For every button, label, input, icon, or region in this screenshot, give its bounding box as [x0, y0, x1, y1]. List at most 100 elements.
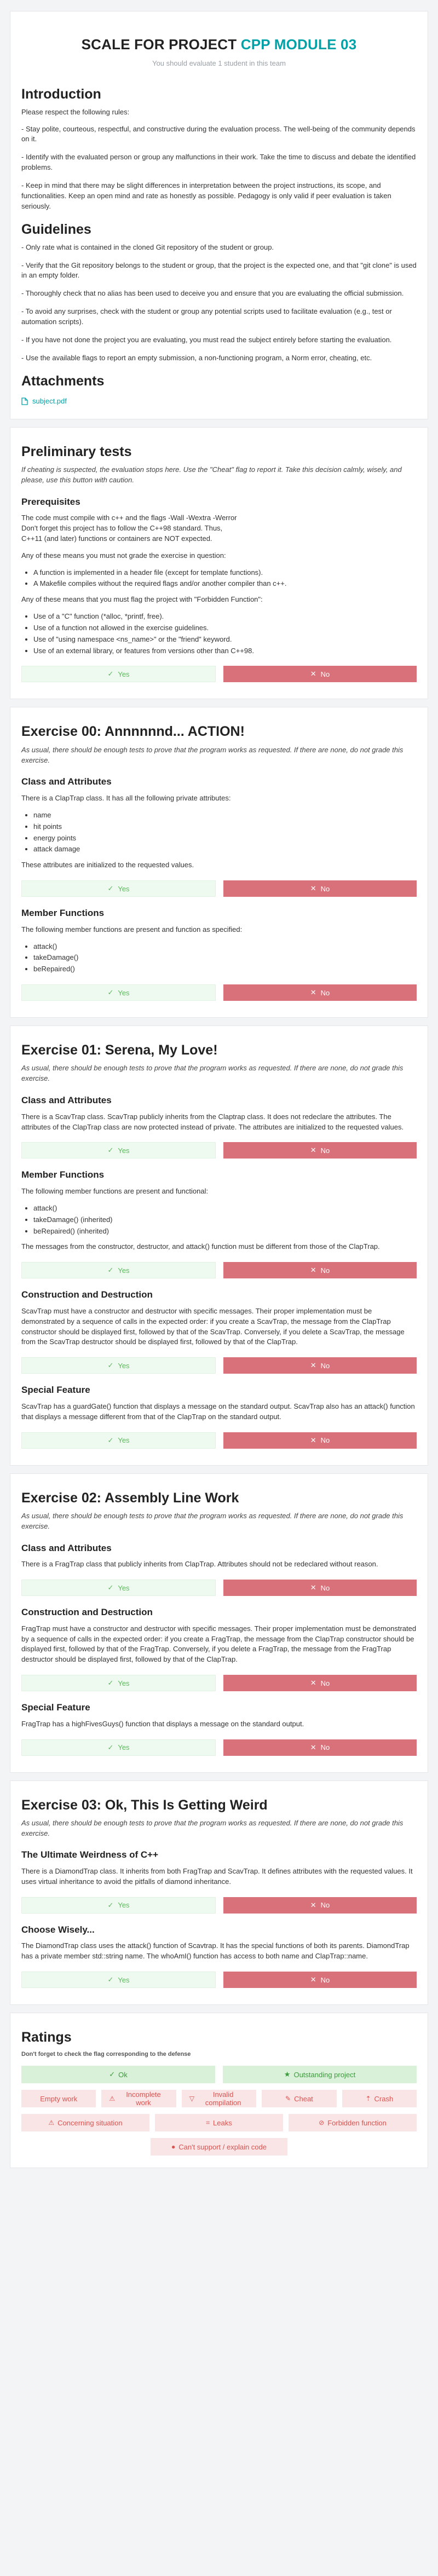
yes-button[interactable]: ✓ Yes [21, 1142, 216, 1159]
concerning-situation-flag[interactable]: ⚠ Concerning situation [21, 2114, 149, 2132]
intro-card: SCALE FOR PROJECT CPP MODULE 03 You shou… [10, 11, 428, 419]
close-icon: ✕ [310, 1266, 316, 1275]
close-icon: ✕ [310, 1743, 316, 1751]
ratings-title: Ratings [21, 2030, 72, 2045]
yes-button[interactable]: ✓ Yes [21, 1357, 216, 1374]
list-item: attack() [33, 1203, 417, 1214]
check-icon: ✓ [107, 1583, 114, 1592]
page-header: SCALE FOR PROJECT CPP MODULE 03 You shou… [21, 20, 417, 79]
cheat-icon: ✎ [285, 2095, 291, 2103]
ex02-title: Exercise 02: Assembly Line Work [21, 1490, 239, 1506]
yes-button[interactable]: ✓ Yes [21, 1972, 216, 1989]
outstanding-flag-button[interactable]: ★ Outstanding project [223, 2066, 417, 2084]
prelim-title: Preliminary tests [21, 443, 132, 459]
no-button[interactable]: ✕ No [223, 1675, 417, 1692]
yes-button[interactable]: ✓ Yes [21, 880, 216, 897]
cheat-flag[interactable]: ✎ Cheat [262, 2090, 337, 2108]
yes-button[interactable]: ✓ Yes [21, 1675, 216, 1692]
check-icon: ✓ [107, 1146, 114, 1155]
ex02-s3-yes-no: ✓ Yes ✕ No [21, 1739, 417, 1756]
list-item: Use of an external library, or features … [33, 646, 417, 656]
ex01-s2-list: attack() takeDamage() (inherited) beRepa… [33, 1203, 417, 1237]
list-item: Use of "using namespace <ns_name>" or th… [33, 635, 417, 645]
ex00-title: Exercise 00: Annnnnnd... ACTION! [21, 724, 245, 740]
close-icon: ✕ [310, 1146, 316, 1155]
check-icon: ✓ [107, 1436, 114, 1444]
list-item: name [33, 810, 417, 821]
yes-button[interactable]: ✓ Yes [21, 1432, 216, 1449]
prelim-card: Preliminary tests If cheating is suspect… [10, 427, 428, 700]
ex01-s1-title: Class and Attributes [21, 1095, 112, 1106]
no-button[interactable]: ✕ No [223, 1262, 417, 1279]
no-button[interactable]: ✕ No [223, 666, 417, 683]
crash-icon: ⇡ [365, 2095, 371, 2103]
cant-support-flag[interactable]: ● Can't support / explain code [151, 2138, 287, 2156]
list-item: takeDamage() [33, 953, 417, 963]
prelim-p5: Any of these means that you must flag th… [21, 595, 263, 604]
close-icon: ✕ [310, 1679, 316, 1687]
no-button[interactable]: ✕ No [223, 880, 417, 897]
prelim-p1: The code must compile with c++ and the f… [21, 514, 237, 522]
list-item: Use of a function not allowed in the exe… [33, 623, 417, 633]
guideline-rule: - Only rate what is contained in the clo… [21, 243, 274, 251]
ex01-note: As usual, there should be enough tests t… [21, 1064, 404, 1083]
no-button[interactable]: ✕ No [223, 1357, 417, 1374]
ex00-s1-yes-no: ✓ Yes ✕ No [21, 880, 417, 897]
prelim-p2: Don't forget this project has to follow … [21, 524, 223, 533]
ex01-s4-yes-no: ✓ Yes ✕ No [21, 1432, 417, 1449]
empty-work-flag[interactable]: Empty work [21, 2090, 96, 2108]
ex01-card: Exercise 01: Serena, My Love! As usual, … [10, 1025, 428, 1466]
ex01-s1-text: There is a ScavTrap class. ScavTrap publ… [21, 1112, 404, 1131]
intro-rule: - Stay polite, courteous, respectful, an… [21, 124, 416, 143]
ok-flag-button[interactable]: ✓ Ok [21, 2066, 215, 2084]
forbidden-icon: ⊘ [319, 2119, 325, 2127]
no-button[interactable]: ✕ No [223, 1897, 417, 1914]
ex02-s2-yes-no: ✓ Yes ✕ No [21, 1675, 417, 1692]
ex01-s3-text: ScavTrap must have a constructor and des… [21, 1306, 405, 1346]
incomplete-work-flag[interactable]: ⚠ Incomplete work [101, 2090, 176, 2108]
attachment-row: subject.pdf [21, 396, 417, 407]
intro-rule: - Identify with the evaluated person or … [21, 153, 416, 172]
subject-pdf-link[interactable]: subject.pdf [32, 396, 67, 407]
intro-rule: - Keep in mind that there may be slight … [21, 181, 391, 210]
forbidden-function-flag[interactable]: ⊘ Forbidden function [289, 2114, 417, 2132]
ex01-s2-text: The following member functions are prese… [21, 1187, 209, 1196]
ex01-title: Exercise 01: Serena, My Love! [21, 1042, 218, 1058]
crash-flag[interactable]: ⇡ Crash [342, 2090, 417, 2108]
list-item: energy points [33, 833, 417, 844]
check-icon: ✓ [109, 2070, 116, 2079]
ex03-s2-text: The DiamondTrap class uses the attack() … [21, 1941, 410, 1961]
ex01-s4-title: Special Feature [21, 1385, 90, 1396]
ex01-s4-text: ScavTrap has a guardGate() function that… [21, 1402, 415, 1421]
no-button[interactable]: ✕ No [223, 1432, 417, 1449]
yes-button[interactable]: ✓ Yes [21, 666, 216, 683]
check-icon: ✓ [107, 884, 114, 893]
star-icon: ★ [284, 2070, 291, 2079]
yes-button[interactable]: ✓ Yes [21, 1580, 216, 1597]
ex03-s1-text: There is a DiamondTrap class. It inherit… [21, 1867, 413, 1886]
flags-row-3: ● Can't support / explain code [21, 2138, 417, 2156]
yes-button[interactable]: ✓ Yes [21, 1739, 216, 1756]
yes-button[interactable]: ✓ Yes [21, 984, 216, 1001]
no-button[interactable]: ✕ No [223, 984, 417, 1001]
invalid-compilation-flag[interactable]: ▽ Invalid compilation [181, 2090, 257, 2108]
page-title: SCALE FOR PROJECT CPP MODULE 03 [32, 34, 406, 55]
yes-button[interactable]: ✓ Yes [21, 1897, 216, 1914]
check-icon: ✓ [107, 1975, 114, 1984]
ex01-s3-title: Construction and Destruction [21, 1289, 153, 1300]
yes-button[interactable]: ✓ Yes [21, 1262, 216, 1279]
list-item: attack() [33, 942, 417, 952]
guideline-rule: - Thoroughly check that no alias has bee… [21, 289, 404, 298]
no-button[interactable]: ✕ No [223, 1972, 417, 1989]
close-icon: ✕ [310, 884, 316, 893]
no-button[interactable]: ✕ No [223, 1739, 417, 1756]
ex02-s3-text: FragTrap has a highFivesGuys() function … [21, 1719, 304, 1728]
ex02-s1-yes-no: ✓ Yes ✕ No [21, 1580, 417, 1597]
list-item: hit points [33, 822, 417, 832]
no-button[interactable]: ✕ No [223, 1142, 417, 1159]
leaks-flag[interactable]: ⌗ Leaks [155, 2114, 283, 2132]
ex01-s2-yes-no: ✓ Yes ✕ No [21, 1262, 417, 1279]
no-button[interactable]: ✕ No [223, 1580, 417, 1597]
close-icon: ✕ [310, 1975, 316, 1984]
ex01-s1-yes-no: ✓ Yes ✕ No [21, 1142, 417, 1159]
